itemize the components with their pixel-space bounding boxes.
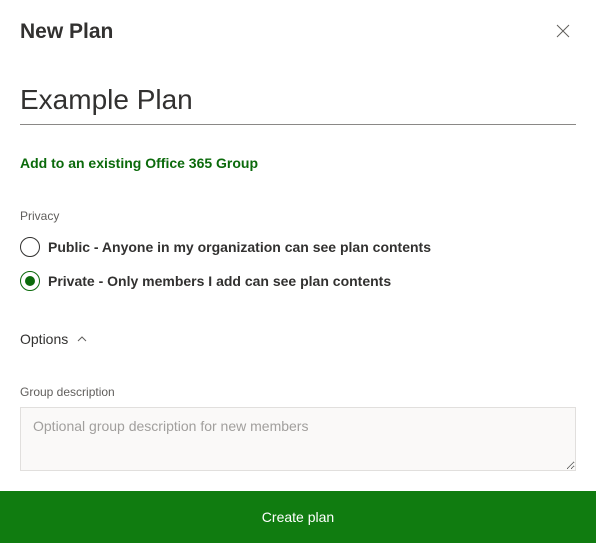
radio-label: Public - Anyone in my organization can s… (48, 239, 431, 255)
close-button[interactable] (554, 22, 572, 43)
chevron-up-icon (76, 333, 88, 345)
radio-label: Private - Only members I add can see pla… (48, 273, 391, 289)
privacy-section-label: Privacy (20, 209, 576, 223)
dialog-header: New Plan (20, 20, 576, 80)
privacy-radio-group: Public - Anyone in my organization can s… (20, 237, 576, 305)
options-toggle-label: Options (20, 331, 68, 347)
group-description-label: Group description (20, 385, 576, 399)
privacy-option-private[interactable]: Private - Only members I add can see pla… (20, 271, 576, 291)
options-toggle[interactable]: Options (20, 331, 576, 347)
add-existing-group-link[interactable]: Add to an existing Office 365 Group (20, 155, 576, 171)
close-icon (556, 24, 570, 38)
plan-name-input[interactable] (20, 80, 576, 125)
group-description-textarea[interactable] (20, 407, 576, 471)
radio-icon (20, 271, 40, 291)
create-plan-button[interactable]: Create plan (0, 491, 596, 543)
new-plan-dialog: New Plan Add to an existing Office 365 G… (0, 0, 596, 543)
privacy-option-public[interactable]: Public - Anyone in my organization can s… (20, 237, 576, 257)
dialog-footer: Create plan (0, 491, 596, 543)
dialog-title: New Plan (20, 20, 113, 44)
radio-icon (20, 237, 40, 257)
